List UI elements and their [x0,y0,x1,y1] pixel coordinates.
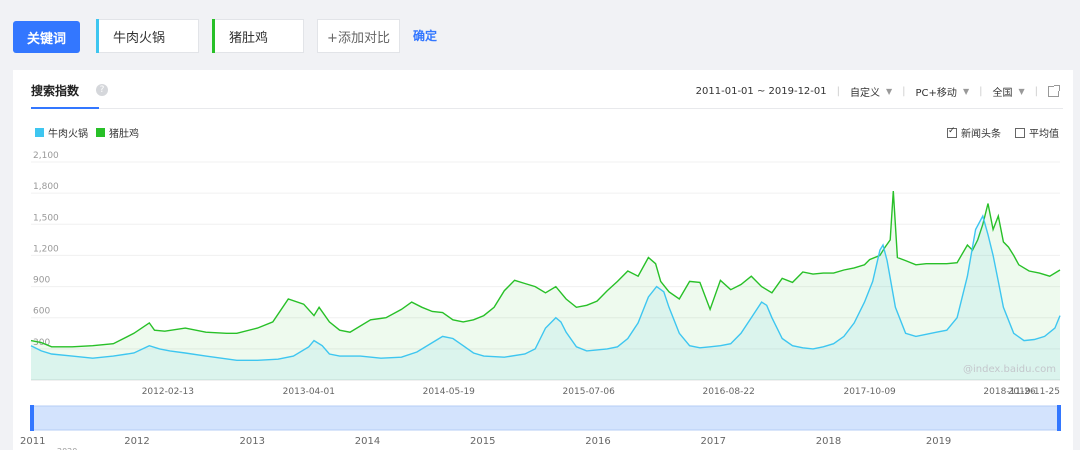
add-compare-button[interactable]: +添加对比 [317,19,400,53]
y-tick-label: 1,800 [33,182,59,192]
keyword-button[interactable]: 关键词 [13,21,80,53]
x-tick-label: 2012-02-13 [142,387,194,397]
y-tick-label: 1,200 [33,244,59,254]
line-chart[interactable]: 2,1001,8001,5001,2009006003002012-02-132… [13,70,1073,450]
navigator-year-label: 2016 [585,436,610,447]
y-tick-label: 1,500 [33,213,59,223]
top-toolbar: 关键词 牛肉火锅 猪肚鸡 +添加对比 确定 [0,0,1080,70]
x-tick-label: 2015-07-06 [563,387,616,397]
series1-color-bar [96,19,99,53]
navigator-year-label: 2013 [240,436,265,447]
x-tick-label: 2014-05-19 [423,387,476,397]
keyword-1-text: 牛肉火锅 [113,30,166,46]
watermark: @index.baidu.com [963,364,1056,375]
x-tick-label: 2016-08-22 [703,387,755,397]
y-tick-label: 900 [33,276,50,286]
navigator-year-label: 2011 [20,436,45,447]
navigator-year-label: 2012 [124,436,149,447]
y-tick-label: 2,100 [33,151,59,161]
keyword-input-2[interactable]: 猪肚鸡 [212,19,304,53]
x-tick-label: 2019-11-25 [1008,387,1060,397]
navigator-year-label: 2015 [470,436,495,447]
x-tick-label: 2013-04-01 [283,387,335,397]
search-index-panel: 搜索指数 ? 2011-01-01 ~ 2019-12-01 | 自定义 ▼ | … [13,70,1073,450]
navigator-year-label: 2018 [816,436,841,447]
navigator-year-label: 2014 [355,436,380,447]
navigator-handle-left [30,405,34,431]
x-tick-label: 2017-10-09 [843,387,896,397]
keyword-2-text: 猪肚鸡 [229,30,269,46]
y-tick-label: 600 [33,307,50,317]
keyword-input-1[interactable]: 牛肉火锅 [96,19,199,53]
navigator-range [30,405,1061,431]
navigator-handle-right [1057,405,1061,431]
confirm-link[interactable]: 确定 [413,27,437,44]
series2-color-bar [212,19,215,53]
navigator-year-label: 2019 [926,436,951,447]
navigator-year-label: 2017 [701,436,726,447]
